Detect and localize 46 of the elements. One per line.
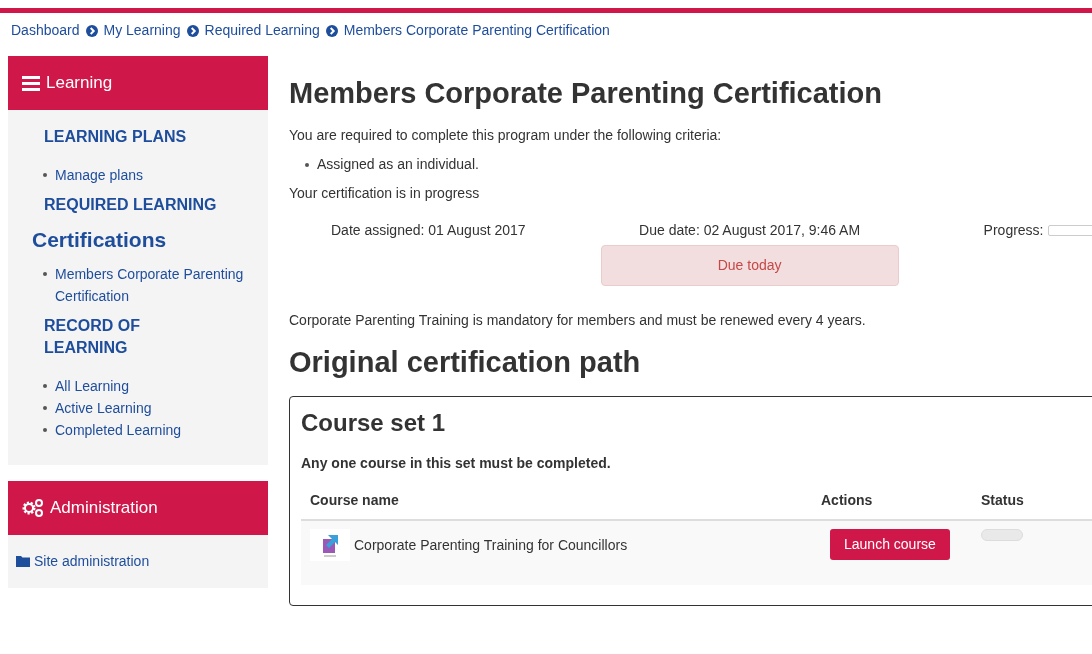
block-title: Learning — [46, 72, 113, 94]
date-assigned: Date assigned: 01 August 2017 — [331, 220, 526, 240]
column-header: Course name — [309, 491, 400, 511]
bullet — [43, 384, 47, 388]
bullet — [43, 406, 47, 410]
column-header: Status — [981, 491, 1025, 511]
chevron-icon — [325, 24, 338, 37]
breadcrumb-link[interactable]: Dashboard — [11, 20, 80, 41]
sidebar-link[interactable]: Site administration — [34, 550, 150, 572]
chevron-icon — [186, 24, 199, 37]
sidebar-link[interactable]: Members Corporate Parenting Certification — [55, 263, 268, 307]
section-heading[interactable]: LEARNING PLANS — [8, 125, 268, 148]
set-rule: Any one course in this set must be completed. — [301, 454, 612, 474]
course-icon — [310, 529, 350, 562]
description-text: Corporate Parenting Training is mandatory for members and must be renewed every 4 years. — [289, 310, 867, 330]
column-header: Actions — [821, 491, 874, 511]
section-title: Certifications — [31, 226, 168, 253]
section-heading[interactable]: REQUIRED LEARNING — [8, 193, 268, 216]
course-link[interactable]: Corporate Parenting Training for Councillors — [354, 534, 628, 556]
gears-icon — [22, 498, 44, 517]
page-title: Members Corporate Parenting Certification — [289, 76, 883, 111]
bullet — [43, 428, 47, 432]
breadcrumb-link[interactable]: My Learning — [103, 20, 181, 41]
course-set-title: Course set 1 — [301, 408, 447, 438]
section-title: Original certification path — [289, 344, 642, 380]
sidebar-link[interactable]: Manage plans — [55, 163, 143, 186]
progress-label: Progress: — [983, 220, 1044, 240]
due-notice: Due today — [600, 244, 899, 286]
sidebar-link[interactable]: Active Learning — [55, 397, 152, 419]
menu-icon — [22, 74, 40, 91]
block-title: Administration — [50, 497, 158, 519]
section-heading[interactable]: RECORD OF LEARNING — [8, 315, 158, 359]
sidebar-link[interactable]: Completed Learning — [55, 419, 182, 441]
bullet — [43, 272, 47, 276]
sidebar-link[interactable]: All Learning — [55, 375, 129, 397]
bullet — [305, 162, 309, 167]
bullet — [43, 172, 47, 177]
breadcrumb-link[interactable]: Required Learning — [204, 20, 320, 41]
folder-icon — [16, 555, 30, 567]
chevron-icon — [85, 24, 98, 37]
intro-text: You are required to complete this program under the following criteria: — [289, 125, 723, 145]
due-date: Due date: 02 August 2017, 9:46 AM — [639, 220, 861, 240]
launch-button[interactable]: Launch course — [830, 529, 950, 561]
criterion-text: Assigned as an individual. — [317, 154, 479, 174]
status-text: Your certification is in progress — [289, 183, 481, 203]
breadcrumb-link[interactable]: Members Corporate Parenting Certification — [343, 20, 610, 41]
